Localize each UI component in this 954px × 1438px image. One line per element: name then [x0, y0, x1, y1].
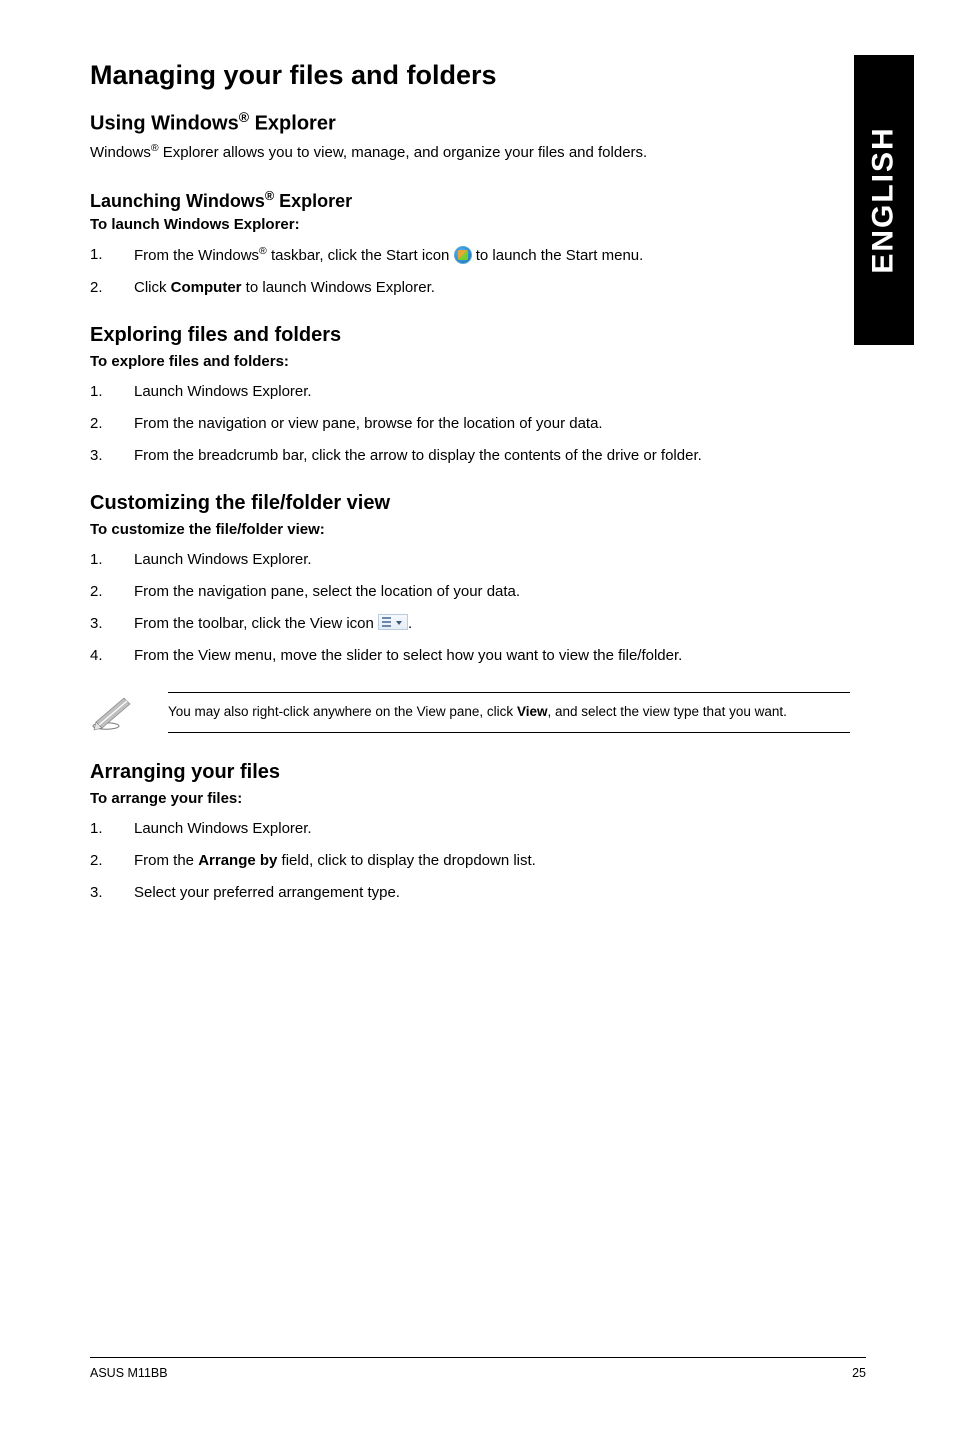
list-launching: 1. From the Windows® taskbar, click the …: [90, 243, 850, 300]
sub-launching: To launch Windows Explorer:: [90, 216, 850, 233]
reg-mark: ®: [239, 109, 249, 125]
heading-arranging: Arranging your files: [90, 761, 850, 784]
view-icon: [378, 614, 408, 630]
language-tab: ENGLISH: [854, 55, 914, 345]
list-item: 3.Select your preferred arrangement type…: [90, 881, 850, 905]
sub-arranging: To arrange your files:: [90, 790, 850, 807]
page-title: Managing your files and folders: [90, 60, 850, 91]
sub-exploring: To explore files and folders:: [90, 353, 850, 370]
page-content: Managing your files and folders Using Wi…: [90, 60, 850, 929]
section-customizing: Customizing the file/folder view To cust…: [90, 492, 850, 737]
list-item: 2.From the navigation pane, select the l…: [90, 580, 850, 604]
list-item: 1. From the Windows® taskbar, click the …: [90, 243, 850, 268]
sub-customizing: To customize the file/folder view:: [90, 521, 850, 538]
list-item: 1.Launch Windows Explorer.: [90, 380, 850, 404]
language-tab-label: ENGLISH: [867, 126, 901, 273]
reg-mark: ®: [265, 189, 274, 203]
footer-page-number: 25: [852, 1366, 866, 1380]
heading-using-explorer: Using Windows® Explorer: [90, 109, 850, 136]
section-arranging: Arranging your files To arrange your fil…: [90, 761, 850, 905]
reg-mark: ®: [259, 245, 267, 257]
heading-exploring: Exploring files and folders: [90, 324, 850, 347]
list-exploring: 1.Launch Windows Explorer. 2.From the na…: [90, 380, 850, 468]
list-item: 3. From the toolbar, click the View icon…: [90, 612, 850, 636]
section-launching: Launching Windows® Explorer To launch Wi…: [90, 189, 850, 300]
section-exploring: Exploring files and folders To explore f…: [90, 324, 850, 468]
reg-mark: ®: [151, 142, 159, 154]
section-using-explorer: Using Windows® Explorer Windows® Explore…: [90, 109, 850, 161]
list-item: 2. Click Computer to launch Windows Expl…: [90, 276, 850, 300]
heading-launching: Launching Windows® Explorer: [90, 189, 850, 212]
list-item: 1.Launch Windows Explorer.: [90, 817, 850, 841]
list-customizing: 1.Launch Windows Explorer. 2.From the na…: [90, 548, 850, 668]
pencil-icon: [90, 692, 134, 737]
note-text: You may also right-click anywhere on the…: [168, 692, 850, 733]
start-icon: [454, 246, 472, 264]
heading-customizing: Customizing the file/folder view: [90, 492, 850, 515]
list-item: 1.Launch Windows Explorer.: [90, 548, 850, 572]
list-item: 2.From the navigation or view pane, brow…: [90, 412, 850, 436]
footer-left: ASUS M11BB: [90, 1366, 168, 1380]
page-footer: ASUS M11BB 25: [90, 1357, 866, 1380]
intro-text: Windows® Explorer allows you to view, ma…: [90, 142, 850, 161]
list-item: 2. From the Arrange by field, click to d…: [90, 849, 850, 873]
list-arranging: 1.Launch Windows Explorer. 2. From the A…: [90, 817, 850, 905]
note: You may also right-click anywhere on the…: [90, 692, 850, 737]
list-item: 3.From the breadcrumb bar, click the arr…: [90, 444, 850, 468]
list-item: 4.From the View menu, move the slider to…: [90, 644, 850, 668]
